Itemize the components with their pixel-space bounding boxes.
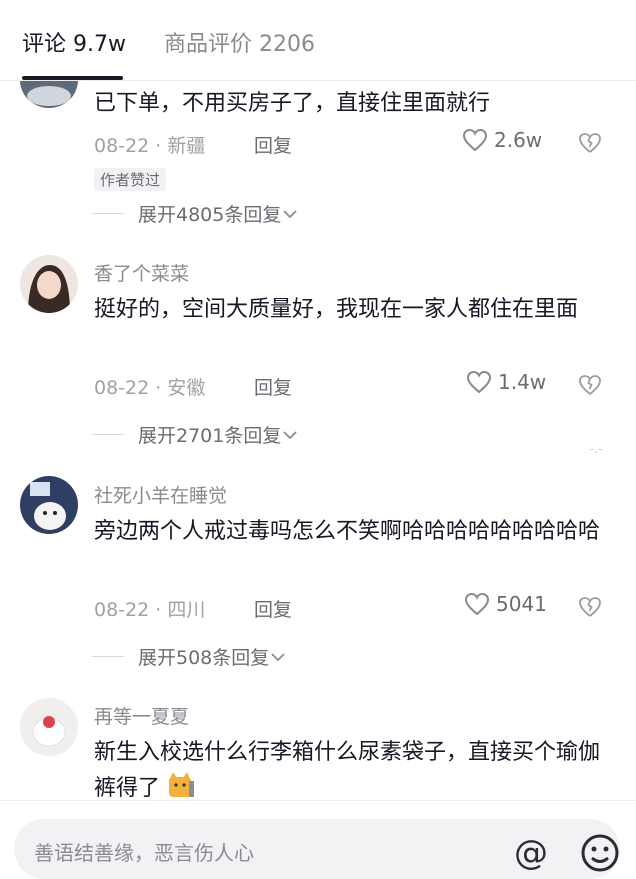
emoji-icon[interactable] [580,833,620,873]
author-liked-badge: 作者赞过 [94,168,167,191]
heart-outline-icon [462,128,488,152]
comment-meta: 08-22 · 新疆 [94,131,205,158]
chevron-down-icon [271,652,285,661]
chevron-down-icon [283,209,297,218]
meta-separator: · [155,599,168,621]
comment-input-bar: 善语结善缘，恶言伤人心 @ [0,800,636,879]
expand-label: 展开2701条回复 [138,425,282,447]
cat-sticker-icon [169,772,195,797]
username[interactable]: 香了个菜菜 [94,259,189,286]
expand-label: 展开4805条回复 [138,204,282,226]
comment-text: 已下单，不用买房子了，直接住里面就行 [94,91,491,116]
expand-label: 展开508条回复 [138,647,270,669]
tab-product-reviews[interactable]: 商品评价 2206 [164,26,315,58]
comment-date: 08-22 [94,377,150,399]
comment-location: 新疆 [167,135,206,157]
broken-heart-icon[interactable] [578,131,602,155]
reply-button[interactable]: 回复 [254,595,292,622]
comment-text: 旁边两个人戒过毒吗怎么不笑啊哈哈哈哈哈哈哈哈哈 [94,519,601,544]
like-button[interactable]: 1.4w [466,370,546,394]
like-button[interactable]: 2.6w [462,128,542,152]
comment-text: 新生入校选什么行李箱什么尿素袋子，直接买个瑜伽裤得了 [94,735,609,807]
chevron-down-icon [283,430,297,439]
username[interactable]: 再等一夏夏 [94,702,189,729]
avatar[interactable] [20,255,78,313]
comment-text: 挺好的，空间大质量好，我现在一家人都住在里面 [94,297,579,322]
avatar[interactable] [20,698,78,756]
divider-line [92,434,124,435]
scroll-hint: -.- [590,442,603,456]
avatar[interactable] [20,476,78,534]
comment-meta: 08-22 · 安徽 [94,373,205,400]
expand-replies[interactable]: 展开2701条回复 [92,421,299,448]
divider-line [92,656,124,657]
heart-outline-icon [464,592,490,616]
active-tab-indicator [22,76,123,80]
comment-location: 四川 [167,599,206,621]
meta-separator: · [155,135,168,157]
comment-tabs: 评论 9.7w 商品评价 2206 [0,0,636,81]
comment-location: 安徽 [167,377,206,399]
like-count: 2.6w [494,128,543,152]
expand-replies[interactable]: 展开508条回复 [92,643,287,670]
expand-replies[interactable]: 展开4805条回复 [92,200,299,227]
comment-meta: 08-22 · 四川 [94,595,205,622]
input-placeholder: 善语结善缘，恶言伤人心 [34,841,254,865]
reply-button[interactable]: 回复 [254,373,292,400]
comment-input[interactable]: 善语结善缘，恶言伤人心 @ [14,819,620,879]
comment-date: 08-22 [94,599,150,621]
broken-heart-icon[interactable] [578,595,602,619]
tab-comments[interactable]: 评论 9.7w [22,26,126,58]
username[interactable]: 社死小羊在睡觉 [94,481,227,508]
like-count: 5041 [496,592,547,616]
like-count: 1.4w [498,370,547,394]
reply-button[interactable]: 回复 [254,131,292,158]
comment-date: 08-22 [94,135,150,157]
divider-line [92,213,124,214]
at-icon[interactable]: @ [514,833,548,873]
meta-separator: · [155,377,168,399]
like-button[interactable]: 5041 [464,592,547,616]
heart-outline-icon [466,370,492,394]
broken-heart-icon[interactable] [578,373,602,397]
